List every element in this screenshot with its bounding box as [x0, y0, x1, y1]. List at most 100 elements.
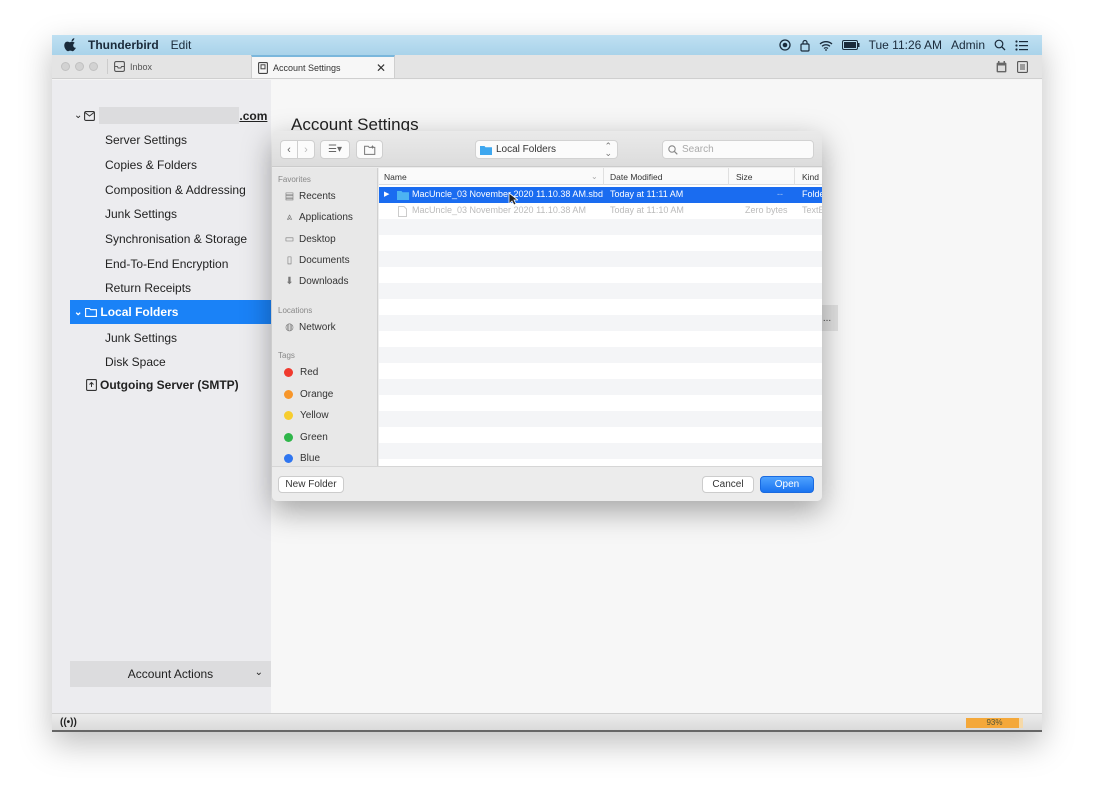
forward-button[interactable]: ›: [297, 140, 315, 159]
tab-label: Inbox: [130, 61, 153, 72]
recents-icon: ▤: [284, 191, 295, 202]
file-date: Today at 11:10 AM: [610, 205, 684, 215]
favorite-label: Applications: [299, 212, 353, 223]
column-divider[interactable]: [794, 168, 795, 185]
open-file-dialog: ‹ › ☰▾ Local Folders ⌃ ⌄ Search Favorites…: [272, 131, 822, 501]
sidebar-item-composition[interactable]: Composition & Addressing: [105, 183, 246, 197]
zoom-window-button[interactable]: [89, 62, 98, 71]
folder-icon: [397, 191, 409, 200]
open-button[interactable]: Open: [760, 476, 814, 493]
sidebar-downloads[interactable]: ⬇ Downloads: [284, 276, 348, 287]
folder-icon: [85, 307, 98, 317]
account-sidebar: ⌄ .com Server Settings Copies & Folders …: [52, 80, 271, 713]
search-icon[interactable]: [994, 39, 1006, 51]
sidebar-item-local-folders[interactable]: ⌄ Local Folders: [70, 300, 271, 324]
desktop-icon: ▭: [284, 234, 295, 245]
tag-yellow[interactable]: Yellow: [284, 410, 329, 421]
sidebar-applications[interactable]: ⩓ Applications: [284, 212, 353, 223]
online-status-icon[interactable]: ((•)): [60, 717, 77, 728]
tab-inbox[interactable]: Inbox: [108, 55, 251, 78]
new-folder-button[interactable]: New Folder: [278, 476, 344, 493]
column-size[interactable]: Size: [736, 172, 753, 182]
disclosure-triangle-icon[interactable]: ▶: [384, 190, 389, 198]
back-button[interactable]: ‹: [280, 140, 298, 159]
chevron-down-icon[interactable]: ⌄: [74, 110, 82, 121]
sidebar-network[interactable]: ◍ Network: [284, 322, 336, 333]
list-icon[interactable]: [1015, 39, 1028, 51]
calendar-icon[interactable]: [996, 60, 1007, 73]
settings-doc-icon: [258, 61, 268, 74]
search-icon: [668, 144, 678, 155]
sidebar-item-junk-settings[interactable]: Junk Settings: [105, 207, 177, 221]
sidebar-item-disk-space[interactable]: Disk Space: [105, 355, 166, 369]
record-icon[interactable]: [778, 39, 791, 51]
row-stripe: [379, 251, 822, 267]
file-kind: Folder: [802, 189, 822, 199]
minimize-window-button[interactable]: [75, 62, 84, 71]
tag-label: Orange: [300, 389, 334, 400]
dialog-sidebar: Favorites ▤ Recents ⩓ Applications ▭ Deskto…: [272, 168, 378, 466]
updown-chevron-icon: ⌃ ⌄: [604, 141, 612, 158]
view-options-button[interactable]: ☰▾: [320, 140, 350, 159]
new-folder-toolbar-button[interactable]: [356, 140, 383, 159]
account-actions-button[interactable]: Account Actions ⌄: [70, 661, 271, 687]
close-window-button[interactable]: [61, 62, 70, 71]
file-date: Today at 11:11 AM: [610, 189, 684, 199]
tag-color-dot: [284, 368, 293, 377]
sidebar-item-server-settings[interactable]: Server Settings: [105, 133, 187, 147]
file-name: MacUncle_03 November 2020 11.10.38 AM: [412, 205, 586, 215]
sidebar-item-return-receipts[interactable]: Return Receipts: [105, 281, 191, 295]
lock-icon[interactable]: [799, 39, 810, 52]
location-popup[interactable]: Local Folders ⌃ ⌄: [475, 140, 618, 159]
sidebar-documents[interactable]: ▯ Documents: [284, 255, 350, 266]
tag-blue[interactable]: Blue: [284, 453, 320, 464]
document-icon: [398, 206, 407, 217]
menu-edit[interactable]: Edit: [171, 38, 192, 52]
tag-color-dot: [284, 454, 293, 463]
tag-red[interactable]: Red: [284, 367, 318, 378]
sidebar-item-synchronisation[interactable]: Synchronisation & Storage: [105, 232, 247, 246]
chevron-down-icon: ⌄: [254, 667, 263, 678]
file-row[interactable]: ▶ MacUncle_03 November 2020 11.10.38 AM.…: [379, 187, 822, 203]
sidebar-item-copies-folders[interactable]: Copies & Folders: [105, 158, 197, 172]
search-input[interactable]: Search: [662, 140, 814, 159]
tasks-icon[interactable]: [1017, 60, 1028, 73]
tab-account-settings[interactable]: Account Settings ✕: [251, 55, 395, 78]
column-date-modified[interactable]: Date Modified: [610, 172, 662, 182]
tag-color-dot: [284, 411, 293, 420]
chevron-down-icon[interactable]: ⌄: [74, 307, 82, 318]
file-row[interactable]: MacUncle_03 November 2020 11.10.38 AM To…: [379, 203, 822, 219]
tag-label: Green: [300, 432, 328, 443]
chevron-left-icon: ‹: [287, 143, 291, 156]
locations-header: Locations: [278, 306, 313, 315]
dialog-toolbar: ‹ › ☰▾ Local Folders ⌃ ⌄ Search: [272, 131, 822, 167]
clock[interactable]: Tue 11:26 AM: [869, 38, 942, 52]
sidebar-desktop[interactable]: ▭ Desktop: [284, 234, 336, 245]
column-divider[interactable]: [603, 168, 604, 185]
cancel-button[interactable]: Cancel: [702, 476, 754, 493]
column-name[interactable]: Name: [384, 172, 407, 182]
sidebar-item-local-junk-settings[interactable]: Junk Settings: [105, 331, 177, 345]
tab-label: Account Settings: [273, 62, 341, 73]
mail-account-icon: [84, 110, 96, 121]
sidebar-item-outgoing-server[interactable]: Outgoing Server (SMTP): [86, 378, 239, 392]
column-kind[interactable]: Kind: [802, 172, 819, 182]
sidebar-recents[interactable]: ▤ Recents: [284, 191, 336, 202]
favorites-header: Favorites: [278, 175, 311, 184]
account-row[interactable]: ⌄ .com: [74, 107, 267, 124]
tag-green[interactable]: Green: [284, 432, 328, 443]
battery-icon[interactable]: [841, 40, 860, 50]
close-tab-icon[interactable]: ✕: [376, 61, 386, 75]
status-bar: ((•)) 93%: [52, 713, 1042, 732]
user-menu[interactable]: Admin: [951, 38, 985, 52]
app-menu-thunderbird[interactable]: Thunderbird: [88, 38, 159, 52]
column-divider[interactable]: [728, 168, 729, 185]
file-size: --: [777, 189, 783, 199]
tag-orange[interactable]: Orange: [284, 389, 333, 400]
apple-icon[interactable]: [64, 38, 78, 52]
row-stripe: [379, 411, 822, 427]
downloads-icon: ⬇: [285, 276, 294, 287]
favorite-label: Recents: [299, 191, 336, 202]
wifi-icon[interactable]: [819, 40, 833, 51]
sidebar-item-encryption[interactable]: End-To-End Encryption: [105, 257, 228, 271]
